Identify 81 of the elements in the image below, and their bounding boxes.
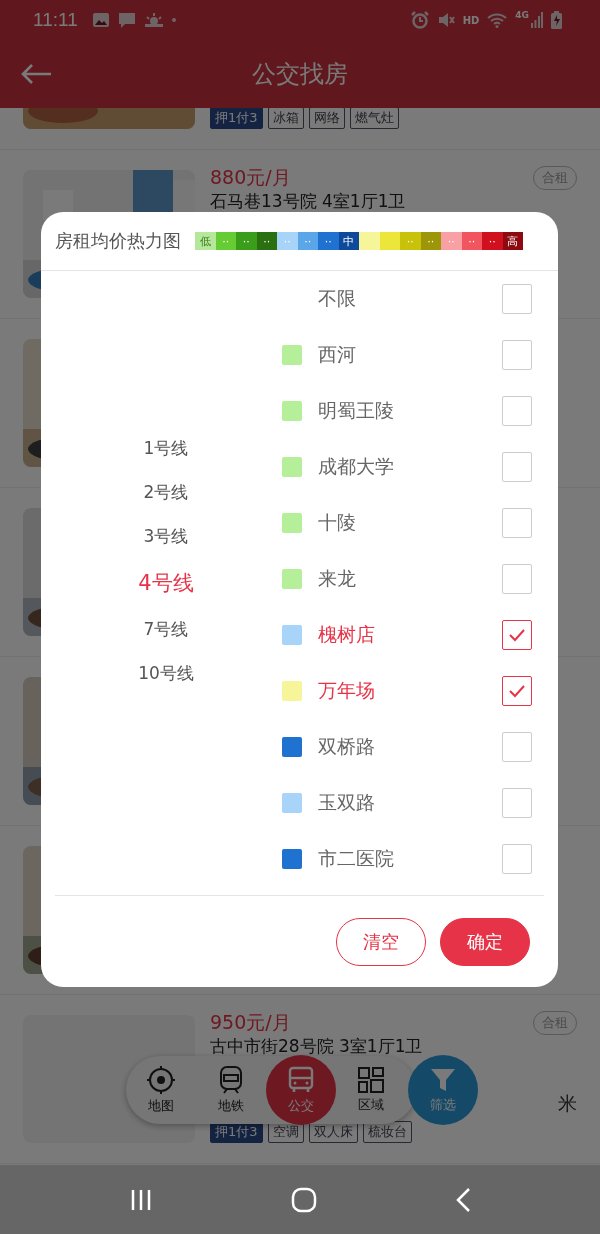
- status-time: 11:11: [33, 9, 78, 31]
- listing-tag: 冰箱: [267, 108, 304, 129]
- signal-icon: [531, 12, 543, 28]
- station-name: 西河: [318, 342, 357, 367]
- legend-swatch: ··: [420, 232, 441, 250]
- train-icon: [217, 1065, 245, 1095]
- line-item[interactable]: 1号线: [133, 431, 199, 466]
- legend-swatch: ··: [256, 232, 277, 250]
- message-icon: [117, 11, 136, 29]
- listing-distance: 米: [558, 1091, 577, 1116]
- back-icon[interactable]: [20, 63, 52, 85]
- legend-swatch: ··: [441, 232, 462, 250]
- station-name: 市二医院: [318, 846, 395, 871]
- line-item[interactable]: 2号线: [133, 475, 199, 510]
- legend-swatch: ··: [215, 232, 236, 250]
- legend-swatch: ··: [482, 232, 503, 250]
- page-title: 公交找房: [252, 59, 348, 90]
- listing-price: 880元/月: [210, 165, 291, 190]
- listing-title: 古中市街28号院 3室1厅1卫: [210, 1036, 424, 1056]
- station-checkbox[interactable]: [502, 732, 532, 762]
- legend-swatch: ··: [400, 232, 421, 250]
- listing-tag: 网络: [308, 108, 345, 129]
- battery-icon: [551, 11, 562, 29]
- legend-swatch: ··: [318, 232, 339, 250]
- dot-icon: [171, 18, 176, 22]
- clear-button[interactable]: 清空: [336, 917, 426, 966]
- station-checkbox[interactable]: [502, 844, 532, 874]
- station-name: 来龙: [318, 566, 357, 591]
- bus-icon: [286, 1065, 316, 1095]
- station-name: 成都大学: [318, 454, 395, 479]
- station-name: 万年场: [318, 678, 376, 703]
- listing-title: 石马巷13号院 4室1厅1卫: [210, 191, 407, 211]
- listing-tag: 押1付3: [210, 108, 263, 129]
- listing-price: 950元/月: [210, 1010, 291, 1035]
- legend-swatch: ··: [297, 232, 318, 250]
- station-checkbox[interactable]: [502, 284, 532, 314]
- bottom-tab[interactable]: 公交: [266, 1055, 336, 1125]
- back-nav-icon[interactable]: [455, 1186, 471, 1213]
- alarm-icon: [410, 11, 429, 29]
- bottom-tab[interactable]: 地图: [126, 1055, 196, 1125]
- grid-icon: [357, 1066, 385, 1094]
- line-item[interactable]: 7号线: [133, 612, 199, 647]
- legend-swatch: ··: [461, 232, 482, 250]
- confirm-button[interactable]: 确定: [440, 917, 530, 966]
- listing-tag: 燃气灶: [349, 108, 399, 129]
- legend-swatch: ··: [277, 232, 298, 250]
- target-icon: [146, 1065, 176, 1095]
- dialog-title: 房租均价热力图: [55, 229, 181, 253]
- station-checkbox[interactable]: [502, 396, 532, 426]
- legend-swatch: 低: [195, 232, 216, 250]
- station-checkbox[interactable]: [502, 676, 532, 706]
- recent-apps-icon[interactable]: [129, 1187, 153, 1212]
- hd-label: HD: [462, 14, 480, 26]
- station-checkbox[interactable]: [502, 564, 532, 594]
- line-item[interactable]: 3号线: [133, 519, 199, 554]
- station-name: 槐树店: [318, 622, 376, 647]
- network-label: 4G: [515, 10, 529, 20]
- legend-swatch: 高: [502, 232, 523, 250]
- station-checkbox[interactable]: [502, 620, 532, 650]
- legend-swatch: 中: [338, 232, 359, 250]
- station-checkbox[interactable]: [502, 788, 532, 818]
- line-item[interactable]: 4号线: [128, 563, 204, 603]
- image-icon: [91, 12, 110, 28]
- bottom-tab[interactable]: 筛选: [408, 1055, 478, 1125]
- wifi-icon: [487, 12, 508, 28]
- filter-icon: [429, 1066, 457, 1094]
- station-name: 明蜀王陵: [318, 398, 395, 423]
- station-checkbox[interactable]: [502, 340, 532, 370]
- home-icon[interactable]: [291, 1186, 317, 1213]
- station-name: 十陵: [318, 510, 357, 535]
- weather-icon: [143, 12, 164, 28]
- check-icon: [508, 684, 526, 698]
- station-name: 双桥路: [318, 734, 376, 759]
- station-name: 玉双路: [318, 790, 376, 815]
- station-checkbox[interactable]: [502, 452, 532, 482]
- mute-icon: [436, 11, 455, 29]
- station-checkbox[interactable]: [502, 508, 532, 538]
- legend-swatch: ··: [236, 232, 257, 250]
- station-name: 不限: [318, 286, 357, 311]
- check-icon: [508, 628, 526, 642]
- line-item[interactable]: 10号线: [128, 656, 204, 691]
